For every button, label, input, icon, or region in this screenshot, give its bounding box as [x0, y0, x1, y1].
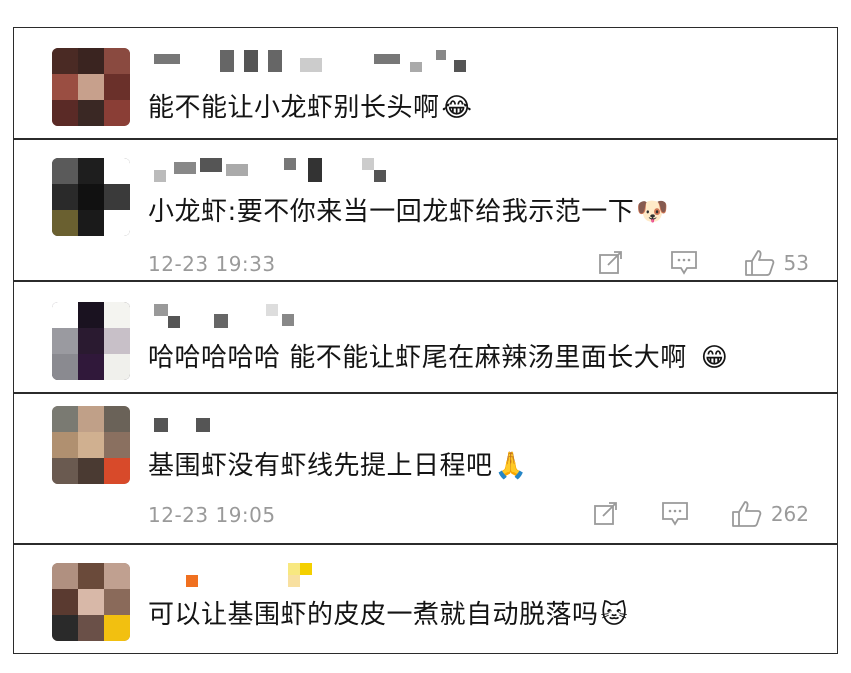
share-button[interactable] [598, 251, 624, 275]
comment-card: 基围虾没有虾线先提上日程吧🙏 12-23 19:05 262 [13, 393, 838, 544]
avatar[interactable] [52, 158, 130, 236]
like-count: 262 [770, 502, 809, 526]
praying-hands-icon: 🙏 [494, 451, 528, 481]
avatar[interactable] [52, 563, 130, 641]
grinning-icon: 😁 [700, 343, 729, 373]
thumbs-up-icon [744, 250, 774, 276]
like-button[interactable]: 53 [744, 249, 809, 277]
avatar[interactable] [52, 302, 130, 380]
comment-text: 能不能让小龙虾别长头啊😂 [148, 90, 472, 126]
share-icon [598, 251, 622, 274]
laughing-tears-icon: 😂 [441, 93, 473, 123]
comment-card: 小龙虾:要不你来当一回龙虾给我示范一下🐶 12-23 19:33 53 [13, 139, 838, 281]
action-bar: 53 [598, 248, 809, 278]
timestamp: 12-23 19:05 [148, 503, 276, 527]
avatar[interactable] [52, 406, 130, 484]
doge-icon: 🐶 [636, 197, 670, 227]
action-bar: 262 [593, 499, 809, 529]
comment-text: 小龙虾:要不你来当一回龙虾给我示范一下🐶 [148, 194, 669, 230]
comment-card: 可以让基围虾的皮皮一煮就自动脱落吗🐱 [13, 544, 838, 654]
comment-icon [661, 502, 688, 526]
comment-button[interactable] [661, 501, 689, 527]
comment-text: 基围虾没有虾线先提上日程吧🙏 [148, 448, 527, 484]
avatar[interactable] [52, 48, 130, 126]
share-button[interactable] [593, 502, 619, 526]
share-icon [593, 502, 617, 525]
like-count: 53 [783, 251, 809, 275]
comment-card: 能不能让小龙虾别长头啊😂 [13, 27, 838, 139]
timestamp: 12-23 19:33 [148, 252, 276, 276]
comment-text: 可以让基围虾的皮皮一煮就自动脱落吗🐱 [148, 597, 628, 633]
cat-face-icon: 🐱 [600, 600, 629, 630]
comment-card: 哈哈哈哈哈 能不能让虾尾在麻辣汤里面长大啊 😁 [13, 281, 838, 393]
thumbs-up-icon [731, 501, 762, 527]
like-button[interactable]: 262 [731, 500, 809, 528]
comment-icon [670, 251, 697, 275]
comment-text: 哈哈哈哈哈 能不能让虾尾在麻辣汤里面长大啊 😁 [148, 340, 728, 376]
comment-button[interactable] [670, 250, 698, 276]
